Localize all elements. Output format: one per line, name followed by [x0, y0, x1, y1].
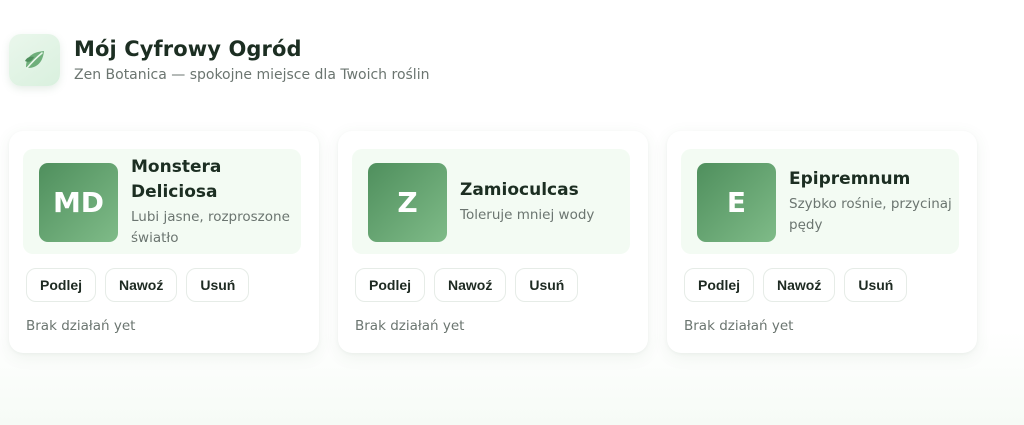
- water-button[interactable]: Podlej: [26, 268, 97, 302]
- app-logo: [9, 34, 60, 86]
- delete-button[interactable]: Usuń: [186, 268, 250, 302]
- plant-avatar: E: [697, 163, 776, 242]
- page-title: Mój Cyfrowy Ogród: [74, 37, 302, 61]
- plant-name: Monstera Deliciosa: [131, 156, 222, 202]
- plant-card: E Epipremnum Szybko rośnie, przycinaj pę…: [667, 131, 977, 353]
- plant-card-header: Z Zamioculcas Toleruje mniej wody: [352, 149, 630, 254]
- app-header: Mój Cyfrowy Ogród Zen Botanica — spokojn…: [9, 34, 429, 86]
- fertilize-button[interactable]: Nawoź: [105, 268, 178, 302]
- leaf-icon: [24, 51, 44, 69]
- water-button[interactable]: Podlej: [684, 268, 755, 302]
- plant-description: Toleruje mniej wody: [460, 206, 595, 223]
- plant-status: Brak działań yet: [684, 318, 794, 334]
- plant-status: Brak działań yet: [355, 318, 465, 334]
- page-subtitle: Zen Botanica — spokojne miejsce dla Twoi…: [74, 67, 430, 83]
- delete-button[interactable]: Usuń: [515, 268, 579, 302]
- plant-avatar: MD: [39, 163, 118, 242]
- plant-card-header: E Epipremnum Szybko rośnie, przycinaj pę…: [681, 149, 959, 254]
- plant-description: Szybko rośnie, przycinaj pędy: [789, 196, 952, 233]
- water-button[interactable]: Podlej: [355, 268, 426, 302]
- delete-button[interactable]: Usuń: [844, 268, 908, 302]
- plant-description: Lubi jasne, rozproszone światło: [131, 208, 290, 246]
- plant-status: Brak działań yet: [26, 318, 136, 334]
- plant-name: Zamioculcas: [460, 179, 579, 200]
- fertilize-button[interactable]: Nawoź: [763, 268, 836, 302]
- plant-name: Epipremnum: [789, 169, 911, 189]
- plant-card-header: MD Monstera Deliciosa Lubi jasne, rozpro…: [23, 149, 301, 254]
- plant-avatar: Z: [368, 163, 447, 242]
- plant-card: Z Zamioculcas Toleruje mniej wody Podlej…: [338, 131, 648, 353]
- fertilize-button[interactable]: Nawoź: [434, 268, 507, 302]
- plant-card: MD Monstera Deliciosa Lubi jasne, rozpro…: [9, 131, 319, 353]
